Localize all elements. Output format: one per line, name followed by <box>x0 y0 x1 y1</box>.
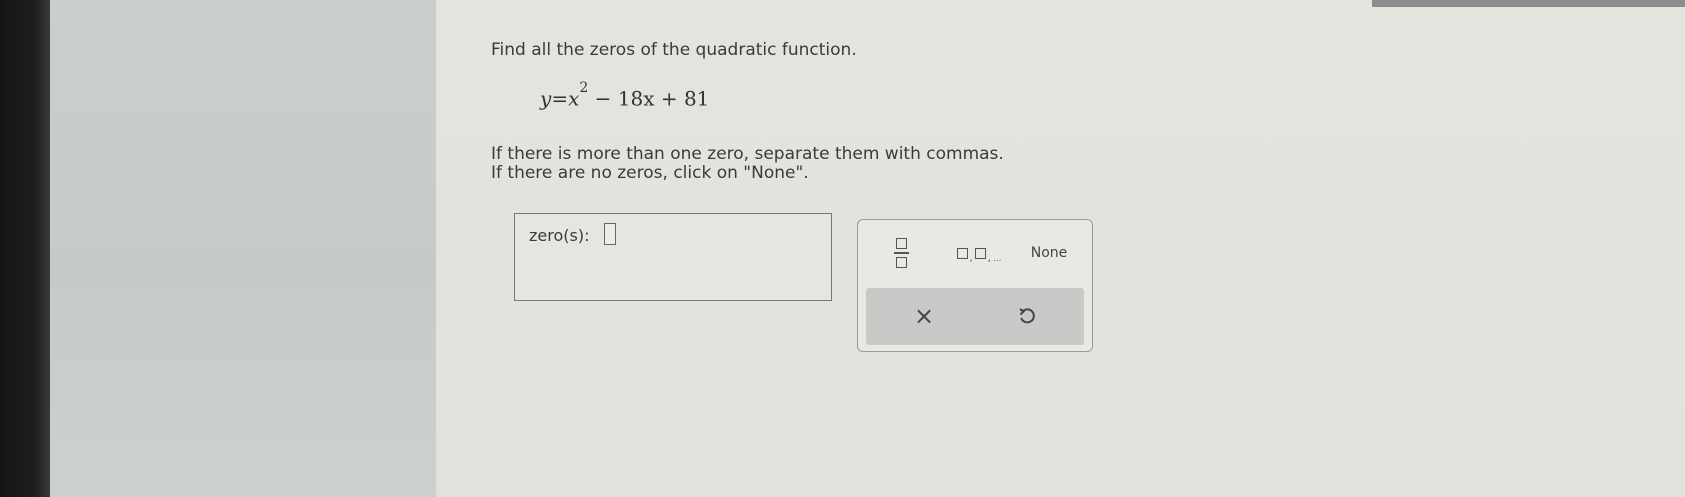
top-right-bar <box>1372 0 1685 7</box>
numerator-box-icon <box>895 238 907 250</box>
equation-base: x <box>568 86 580 111</box>
clear-button[interactable]: × <box>906 300 942 332</box>
equation-equals: = <box>551 86 569 111</box>
screen-bezel <box>0 0 50 497</box>
answer-label: zero(s): <box>529 226 590 245</box>
math-keypad: , , ... None × <box>857 219 1093 352</box>
equation-rest: − 18x + 81 <box>588 86 710 111</box>
undo-button[interactable] <box>1011 300 1043 332</box>
undo-icon <box>1019 308 1035 324</box>
quadratic-equation: y=x2 − 18x + 81 <box>540 80 710 111</box>
answer-box: zero(s): <box>514 213 832 301</box>
none-button[interactable]: None <box>1024 240 1074 266</box>
list-box-icon <box>974 247 986 259</box>
zeros-input[interactable] <box>604 223 616 245</box>
equation-lhs: y <box>540 86 552 111</box>
fraction-button[interactable] <box>888 233 914 273</box>
list-box-icon <box>956 247 968 259</box>
list-button[interactable]: , , ... <box>949 242 1009 264</box>
denominator-box-icon <box>895 256 907 268</box>
list-comma: , <box>969 253 973 264</box>
list-comma: , <box>987 253 991 264</box>
instruction-none: If there are no zeros, click on "None". <box>491 163 809 183</box>
instruction-commas: If there is more than one zero, separate… <box>491 144 1004 164</box>
keypad-action-bar: × <box>866 288 1084 345</box>
question-prompt: Find all the zeros of the quadratic func… <box>491 40 857 60</box>
left-side-panel <box>50 0 436 497</box>
fraction-bar-icon <box>893 252 909 254</box>
list-dots: ... <box>992 254 1002 264</box>
equation-exponent: 2 <box>579 80 589 96</box>
